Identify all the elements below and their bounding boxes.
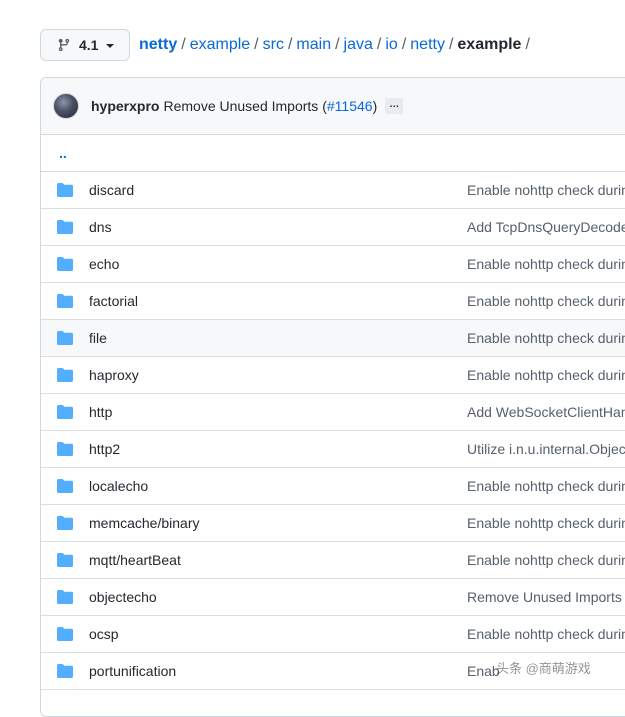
parent-directory-link[interactable]: .. xyxy=(41,135,625,172)
directory-name-link[interactable]: localecho xyxy=(89,478,148,494)
directory-name-link[interactable]: file xyxy=(89,330,107,346)
directory-name-link[interactable]: haproxy xyxy=(89,367,139,383)
breadcrumb-link-src[interactable]: src xyxy=(263,36,284,53)
file-row[interactable]: file Enable nohttp check durin xyxy=(41,320,625,357)
breadcrumb-separator: / xyxy=(525,36,530,53)
last-commit-message-link[interactable]: Enable nohttp check durin xyxy=(467,182,625,198)
directory-name-link[interactable]: portunification xyxy=(89,663,176,679)
folder-icon xyxy=(57,479,73,493)
breadcrumb-link-netty[interactable]: netty xyxy=(410,36,445,53)
watermark: 头条 @商萌游戏 xyxy=(496,661,591,676)
last-commit-message-link[interactable]: Utilize i.n.u.internal.Object xyxy=(467,441,625,457)
breadcrumb-root-link[interactable]: netty xyxy=(139,36,177,53)
commit-message-prefix: Remove Unused Imports ( xyxy=(163,98,327,114)
branch-label: 4.1 xyxy=(79,37,99,53)
last-commit-message-link[interactable]: Enable nohttp check durin xyxy=(467,293,625,309)
breadcrumb-link-io[interactable]: io xyxy=(385,36,397,53)
folder-icon xyxy=(57,257,73,271)
breadcrumb-link-example[interactable]: example xyxy=(190,36,250,53)
directory-name-link[interactable]: factorial xyxy=(89,293,138,309)
file-row[interactable]: http2 Utilize i.n.u.internal.Object xyxy=(41,431,625,468)
file-row[interactable]: ocsp Enable nohttp check durin xyxy=(41,616,625,653)
breadcrumb-current: example xyxy=(457,36,522,53)
avatar[interactable] xyxy=(53,93,79,119)
breadcrumb-separator: / xyxy=(448,36,454,53)
breadcrumb-separator: / xyxy=(181,36,186,53)
expand-commit-button[interactable]: … xyxy=(385,98,404,114)
last-commit-message-link[interactable]: Enable nohttp check durin xyxy=(467,256,625,272)
folder-icon xyxy=(57,442,73,456)
breadcrumb: netty / example / src / main / java / io / netty / exa… xyxy=(139,35,534,55)
last-commit-message-link[interactable]: Add WebSocketClientHan xyxy=(467,404,625,420)
folder-icon xyxy=(57,553,73,567)
commit-message[interactable]: Remove Unused Imports (#11546) xyxy=(163,98,377,114)
commit-pr-link[interactable]: #11546 xyxy=(327,98,373,114)
folder-icon xyxy=(57,516,73,530)
last-commit-message-link[interactable]: Add TcpDnsQueryDecode xyxy=(467,219,625,235)
folder-icon xyxy=(57,220,73,234)
directory-name-link[interactable]: memcache/binary xyxy=(89,515,200,531)
last-commit-message-link[interactable]: Remove Unused Imports ( xyxy=(467,589,625,605)
directory-name-link[interactable]: echo xyxy=(89,256,119,272)
folder-icon xyxy=(57,183,73,197)
breadcrumb-link-java[interactable]: java xyxy=(344,36,373,53)
branch-select-button[interactable]: 4.1 xyxy=(40,29,130,61)
last-commit-message-link[interactable]: Enable nohttp check durin xyxy=(467,330,625,346)
folder-icon xyxy=(57,368,73,382)
file-row[interactable]: discard Enable nohttp check durin xyxy=(41,172,625,209)
file-row[interactable]: dns Add TcpDnsQueryDecode xyxy=(41,209,625,246)
file-row[interactable]: mqtt/heartBeat Enable nohttp check durin xyxy=(41,542,625,579)
last-commit-message-link[interactable]: Enable nohttp check durin xyxy=(467,626,625,642)
file-list-box: hyperxpro Remove Unused Imports (#11546)… xyxy=(40,77,625,717)
last-commit-message-link[interactable]: Enable nohttp check durin xyxy=(467,367,625,383)
directory-name-link[interactable]: objectecho xyxy=(89,589,157,605)
commit-message-suffix: ) xyxy=(372,98,378,114)
file-row[interactable]: http Add WebSocketClientHan xyxy=(41,394,625,431)
directory-name-link[interactable]: mqtt/heartBeat xyxy=(89,552,181,568)
file-row[interactable]: factorial Enable nohttp check durin xyxy=(41,283,625,320)
file-row[interactable]: objectecho Remove Unused Imports ( xyxy=(41,579,625,616)
file-row[interactable]: echo Enable nohttp check durin xyxy=(41,246,625,283)
breadcrumb-separator: / xyxy=(401,36,407,53)
directory-name-link[interactable]: dns xyxy=(89,219,112,235)
breadcrumb-separator: / xyxy=(376,36,382,53)
breadcrumb-separator: / xyxy=(335,36,340,53)
last-commit-message-link[interactable]: Enable nohttp check durin xyxy=(467,552,625,568)
file-row[interactable]: memcache/binary Enable nohttp check durin xyxy=(41,505,625,542)
directory-name-link[interactable]: http xyxy=(89,404,112,420)
folder-icon xyxy=(57,294,73,308)
folder-icon xyxy=(57,664,73,678)
file-row[interactable]: haproxy Enable nohttp check durin xyxy=(41,357,625,394)
breadcrumb-separator: / xyxy=(287,36,293,53)
last-commit-message-link[interactable]: Enab xyxy=(467,663,500,679)
caret-down-icon xyxy=(106,44,115,48)
directory-name-link[interactable]: discard xyxy=(89,182,134,198)
commit-author-link[interactable]: hyperxpro xyxy=(91,98,159,114)
last-commit-message-link[interactable]: Enable nohttp check durin xyxy=(467,478,625,494)
file-row[interactable]: localecho Enable nohttp check durin xyxy=(41,468,625,505)
folder-icon xyxy=(57,405,73,419)
directory-name-link[interactable]: ocsp xyxy=(89,626,119,642)
git-branch-icon xyxy=(58,38,70,52)
breadcrumb-separator: / xyxy=(254,36,259,53)
latest-commit-bar: hyperxpro Remove Unused Imports (#11546)… xyxy=(41,78,625,135)
repo-path-bar: 4.1 netty / example / src / main / java / io / netty… xyxy=(0,0,625,80)
file-list: discard Enable nohttp check durin dns Add T… xyxy=(41,172,625,690)
folder-icon xyxy=(57,627,73,641)
folder-icon xyxy=(57,331,73,345)
folder-icon xyxy=(57,590,73,604)
directory-name-link[interactable]: http2 xyxy=(89,441,120,457)
last-commit-message-link[interactable]: Enable nohttp check durin xyxy=(467,515,625,531)
breadcrumb-link-main[interactable]: main xyxy=(296,36,331,53)
